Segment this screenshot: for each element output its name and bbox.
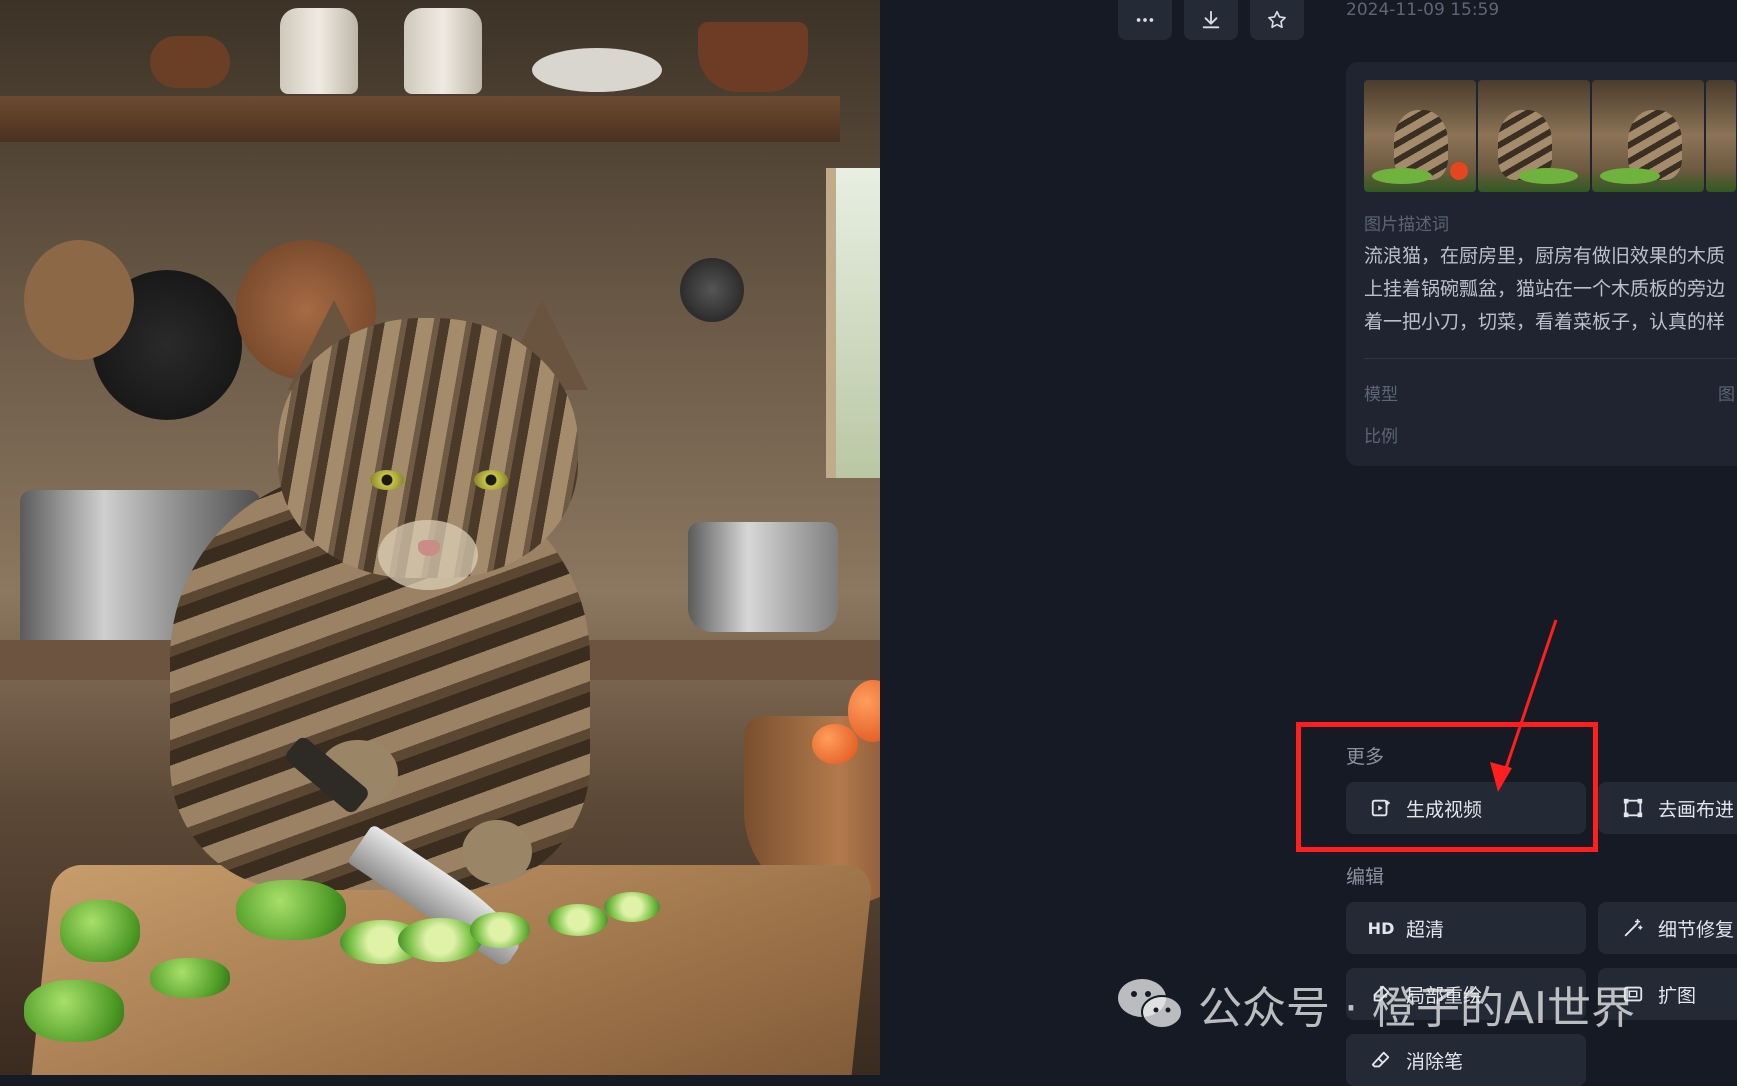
cat-eye — [474, 470, 508, 490]
model-label: 模型 — [1364, 385, 1398, 405]
download-button[interactable] — [1184, 0, 1238, 40]
ratio-label: 比例 — [1364, 427, 1398, 447]
thumbnail[interactable] — [1364, 80, 1476, 192]
detail-repair-button[interactable]: 细节修复 — [1598, 902, 1737, 954]
generated-image — [0, 0, 880, 1075]
magic-wand-icon — [1622, 917, 1644, 939]
prompt-label: 图片描述词 — [1364, 215, 1449, 235]
window — [826, 168, 880, 478]
pepper — [24, 980, 124, 1042]
favorite-button[interactable] — [1250, 0, 1304, 40]
wechat-icon — [1118, 979, 1183, 1029]
created-timestamp: 2024-11-09 15:59 — [1346, 0, 1500, 20]
cucumber-slice — [548, 904, 608, 936]
expand-image-label: 扩图 — [1658, 984, 1697, 1007]
plates — [532, 48, 662, 92]
thumbnail[interactable] — [1706, 80, 1736, 192]
to-canvas-button[interactable]: 去画布进 — [1598, 782, 1737, 834]
watermark: 公众号 · 橙子的AI世界 — [1116, 972, 1635, 1036]
pepper — [236, 880, 346, 940]
pepper — [150, 958, 230, 998]
eraser-icon — [1370, 1049, 1392, 1071]
hd-upscale-button[interactable]: HD 超清 — [1346, 902, 1586, 954]
divider — [1364, 358, 1737, 359]
canvas-icon — [1622, 797, 1644, 819]
thumbnail[interactable] — [1592, 80, 1704, 192]
hd-icon: HD — [1367, 918, 1395, 938]
more-icon — [1136, 18, 1154, 22]
cucumber-slice — [604, 892, 660, 922]
clay-pot — [698, 22, 808, 92]
eraser-label: 消除笔 — [1406, 1050, 1464, 1073]
cucumber-slice — [398, 918, 482, 962]
jar — [280, 8, 358, 94]
download-icon — [1202, 10, 1220, 29]
shelf — [0, 96, 840, 142]
jar — [404, 8, 482, 94]
prompt-line: 上挂着锅碗瓢盆，猫站在一个木质板的旁边 — [1364, 278, 1726, 300]
tomato — [812, 724, 858, 764]
annotation-arrow — [1490, 619, 1558, 792]
prompt-text: 流浪猫，在厨房里，厨房有做旧效果的木质 上挂着锅碗瓢盆，猫站在一个木质板的旁边 … — [1364, 240, 1737, 339]
cat-eye — [370, 470, 404, 490]
hd-upscale-label: 超清 — [1406, 918, 1445, 941]
cat-nose — [418, 540, 440, 556]
more-button[interactable] — [1118, 0, 1172, 40]
thumbnail[interactable] — [1478, 80, 1590, 192]
prompt-line: 流浪猫，在厨房里，厨房有做旧效果的木质 — [1364, 245, 1726, 267]
edit-section-title: 编辑 — [1346, 866, 1385, 888]
detail-repair-label: 细节修复 — [1658, 918, 1735, 941]
bowl-top — [150, 36, 230, 88]
image-info-card: 图片描述词 流浪猫，在厨房里，厨房有做旧效果的木质 上挂着锅碗瓢盆，猫站在一个木… — [1346, 62, 1737, 466]
wooden-board-hanging — [24, 240, 134, 360]
watermark-text: 公众号 · 橙子的AI世界 — [1198, 983, 1636, 1034]
cat-paw — [462, 820, 532, 884]
thumbnail-strip — [1364, 80, 1736, 192]
eraser-button[interactable]: 消除笔 — [1346, 1034, 1586, 1086]
ladle — [680, 258, 744, 322]
cucumber-slice — [470, 912, 530, 948]
model-value: 图 — [1718, 385, 1735, 405]
to-canvas-label: 去画布进 — [1658, 798, 1735, 821]
pepper — [60, 900, 140, 962]
prompt-line: 着一把小刀，切菜，看着菜板子，认真的样 — [1364, 311, 1726, 333]
star-icon — [1268, 10, 1286, 29]
steel-pot-small — [688, 522, 838, 632]
